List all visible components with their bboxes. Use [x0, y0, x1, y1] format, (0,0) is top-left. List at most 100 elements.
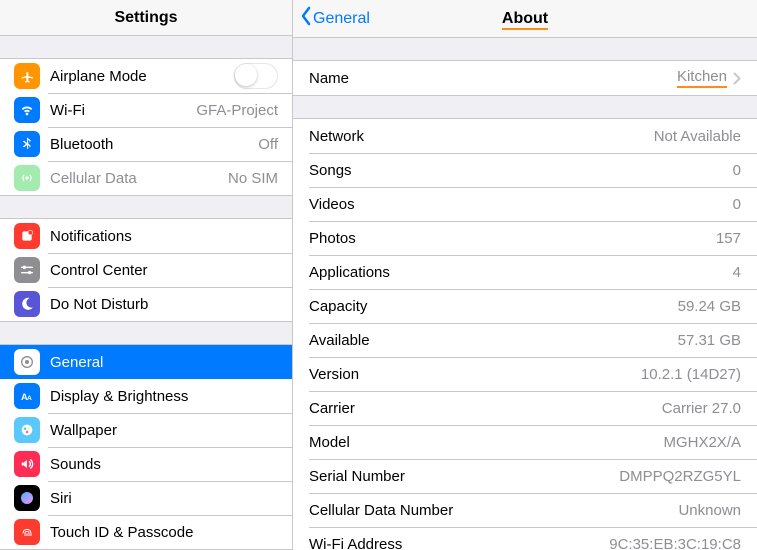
general-icon: [14, 349, 40, 375]
sounds-icon: [14, 451, 40, 477]
sidebar-item-value: Off: [258, 136, 278, 153]
info-row: Cellular Data NumberUnknown: [293, 493, 757, 527]
sidebar-group: Airplane ModeWi-FiGFA-ProjectBluetoothOf…: [0, 58, 292, 196]
sidebar-item-label: Notifications: [50, 228, 278, 245]
wifi-icon: [14, 97, 40, 123]
notifications-icon: [14, 223, 40, 249]
info-row: Songs0: [293, 153, 757, 187]
sidebar-item-value: No SIM: [228, 170, 278, 187]
info-value: DMPPQ2RZG5YL: [619, 468, 741, 485]
chevron-right-icon: [733, 72, 741, 85]
info-value: Carrier 27.0: [662, 400, 741, 417]
sidebar-item-label: Do Not Disturb: [50, 296, 278, 313]
info-label: Serial Number: [309, 468, 619, 485]
detail-pane: General About Name Kitchen NetworkNot Av…: [293, 0, 757, 550]
info-value: 157: [716, 230, 741, 247]
dnd-icon: [14, 291, 40, 317]
info-value: 10.2.1 (14D27): [641, 366, 741, 383]
detail-title: About: [502, 10, 548, 30]
sidebar-group: General AA Display & Brightness Wallpaper So…: [0, 344, 292, 550]
sidebar-item-label: General: [50, 354, 278, 371]
bluetooth-icon: [14, 131, 40, 157]
sidebar-item-label: Control Center: [50, 262, 278, 279]
info-value: 4: [733, 264, 741, 281]
info-label: Model: [309, 434, 663, 451]
info-label: Applications: [309, 264, 733, 281]
name-group: Name Kitchen: [293, 60, 757, 96]
info-label: Videos: [309, 196, 733, 213]
siri-icon: [14, 485, 40, 511]
sidebar-header: Settings: [0, 0, 292, 36]
sidebar-item-dnd[interactable]: Do Not Disturb: [0, 287, 292, 321]
sidebar-item-label: Display & Brightness: [50, 388, 278, 405]
info-row: CarrierCarrier 27.0: [293, 391, 757, 425]
info-value: MGHX2X/A: [663, 434, 741, 451]
info-group: NetworkNot AvailableSongs0Videos0Photos1…: [293, 118, 757, 550]
sidebar-item-value: GFA-Project: [196, 102, 278, 119]
info-value: Unknown: [678, 502, 741, 519]
info-row: Serial NumberDMPPQ2RZG5YL: [293, 459, 757, 493]
sidebar-item-airplane[interactable]: Airplane Mode: [0, 59, 292, 93]
sidebar-item-notifications[interactable]: Notifications: [0, 219, 292, 253]
chevron-left-icon: [299, 6, 313, 31]
info-row: Version10.2.1 (14D27): [293, 357, 757, 391]
info-value: 0: [733, 196, 741, 213]
svg-text:A: A: [27, 395, 32, 402]
airplane-switch[interactable]: [234, 63, 278, 89]
controlcenter-icon: [14, 257, 40, 283]
cellular-icon: [14, 165, 40, 191]
sidebar-item-label: Bluetooth: [50, 136, 258, 153]
name-label: Name: [309, 70, 677, 87]
touchid-icon: [14, 519, 40, 545]
sidebar-item-bluetooth[interactable]: BluetoothOff: [0, 127, 292, 161]
sidebar-item-siri[interactable]: Siri: [0, 481, 292, 515]
info-value: 0: [733, 162, 741, 179]
info-label: Version: [309, 366, 641, 383]
info-row: Photos157: [293, 221, 757, 255]
settings-sidebar: Settings Airplane ModeWi-FiGFA-ProjectBl…: [0, 0, 293, 550]
sidebar-item-wallpaper[interactable]: Wallpaper: [0, 413, 292, 447]
sidebar-item-cellular[interactable]: Cellular DataNo SIM: [0, 161, 292, 195]
info-label: Wi-Fi Address: [309, 536, 609, 550]
back-label: General: [313, 10, 370, 28]
sidebar-item-label: Siri: [50, 490, 278, 507]
info-row: ModelMGHX2X/A: [293, 425, 757, 459]
sidebar-item-display[interactable]: AA Display & Brightness: [0, 379, 292, 413]
back-button[interactable]: General: [293, 6, 370, 31]
info-value: 57.31 GB: [678, 332, 741, 349]
sidebar-item-label: Airplane Mode: [50, 68, 234, 85]
sidebar-item-general[interactable]: General: [0, 345, 292, 379]
sidebar-item-label: Wallpaper: [50, 422, 278, 439]
sidebar-item-touchid[interactable]: Touch ID & Passcode: [0, 515, 292, 549]
sidebar-title: Settings: [114, 9, 177, 27]
info-label: Carrier: [309, 400, 662, 417]
info-label: Network: [309, 128, 654, 145]
info-label: Capacity: [309, 298, 678, 315]
info-row: Available57.31 GB: [293, 323, 757, 357]
sidebar-item-label: Touch ID & Passcode: [50, 524, 278, 541]
sidebar-group: Notifications Control Center Do Not Distur…: [0, 218, 292, 322]
sidebar-item-wifi[interactable]: Wi-FiGFA-Project: [0, 93, 292, 127]
info-row: Capacity59.24 GB: [293, 289, 757, 323]
info-label: Photos: [309, 230, 716, 247]
info-row: NetworkNot Available: [293, 119, 757, 153]
info-value: 59.24 GB: [678, 298, 741, 315]
info-value: 9C:35:EB:3C:19:C8: [609, 536, 741, 550]
display-icon: AA: [14, 383, 40, 409]
sidebar-item-label: Cellular Data: [50, 170, 228, 187]
info-label: Cellular Data Number: [309, 502, 678, 519]
detail-body[interactable]: Name Kitchen NetworkNot AvailableSongs0V…: [293, 38, 757, 550]
info-value: Not Available: [654, 128, 741, 145]
sidebar-item-sounds[interactable]: Sounds: [0, 447, 292, 481]
name-row[interactable]: Name Kitchen: [293, 61, 757, 95]
name-value: Kitchen: [677, 68, 727, 88]
sidebar-item-label: Sounds: [50, 456, 278, 473]
info-row: Applications4: [293, 255, 757, 289]
info-row: Wi-Fi Address9C:35:EB:3C:19:C8: [293, 527, 757, 550]
sidebar-item-controlcenter[interactable]: Control Center: [0, 253, 292, 287]
info-label: Available: [309, 332, 678, 349]
info-label: Songs: [309, 162, 733, 179]
info-row: Videos0: [293, 187, 757, 221]
airplane-icon: [14, 63, 40, 89]
sidebar-item-label: Wi-Fi: [50, 102, 196, 119]
